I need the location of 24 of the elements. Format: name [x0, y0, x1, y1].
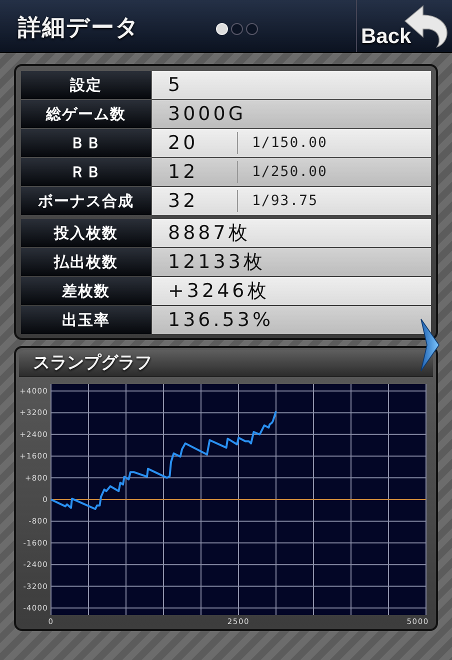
- row-label: 払出枚数: [21, 248, 151, 276]
- probability-value: 1/250.00: [237, 161, 328, 183]
- screen-title: 詳細データ: [16, 14, 141, 43]
- row-value: +3246枚: [168, 279, 270, 304]
- row-label: 出玉率: [21, 306, 151, 334]
- row-value: 5: [168, 74, 184, 96]
- row-value: 3000G: [168, 103, 246, 125]
- probability-value: 1/93.75: [237, 190, 318, 212]
- row-label: 投入枚数: [21, 219, 151, 247]
- row-value: 20: [168, 132, 200, 154]
- row-label: 設定: [21, 71, 151, 99]
- row-value: 136.53%: [168, 309, 274, 331]
- row-label: 差枚数: [21, 277, 151, 305]
- row-label: ＢＢ: [21, 129, 151, 157]
- probability-value: 1/150.00: [237, 132, 328, 154]
- row-label: ボーナス合成: [21, 187, 151, 215]
- row-value: 8887枚: [168, 221, 250, 246]
- row-label: ＲＢ: [21, 158, 151, 186]
- next-page-arrow-icon[interactable]: [420, 318, 440, 372]
- back-button[interactable]: Back: [356, 0, 452, 52]
- row-value: 12: [168, 161, 200, 183]
- row-value: 12133枚: [168, 250, 266, 275]
- row-label: 総ゲーム数: [21, 100, 151, 128]
- row-value: 32: [168, 190, 200, 212]
